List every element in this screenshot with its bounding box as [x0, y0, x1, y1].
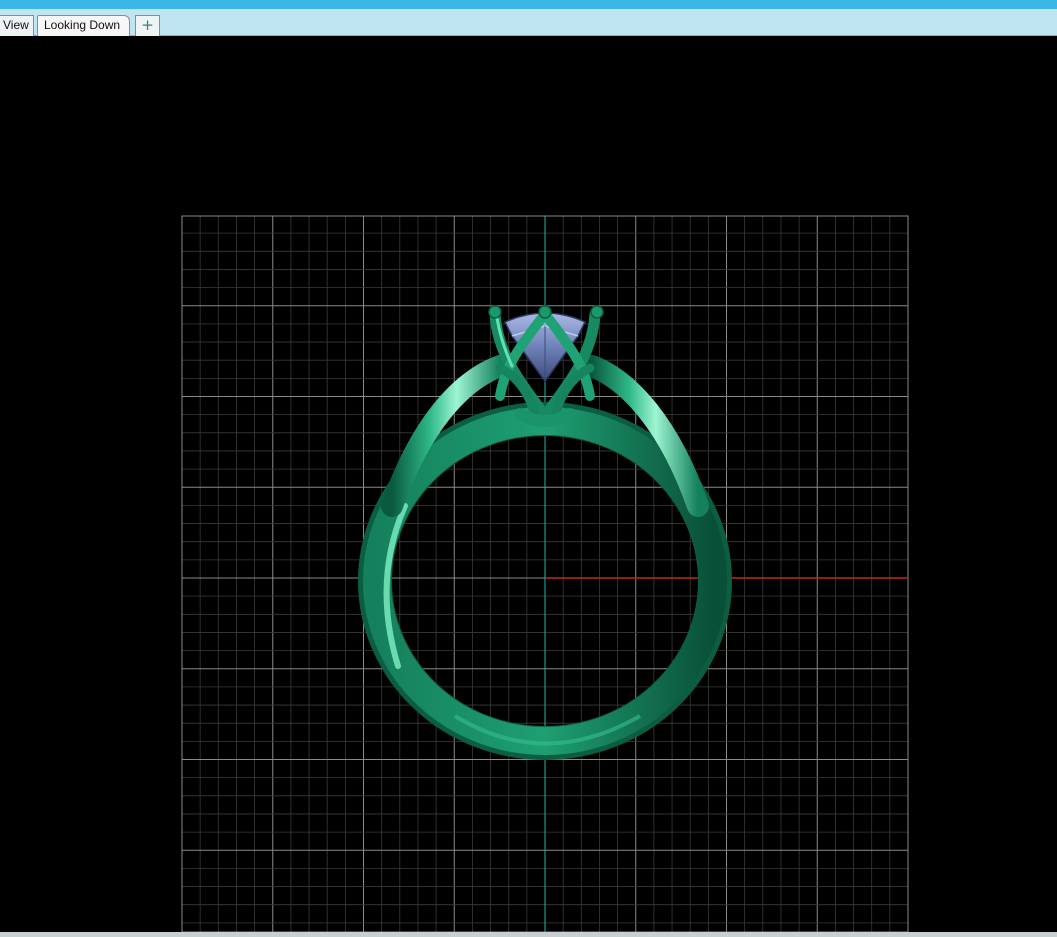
- view-tab-bar: View Looking Down +: [0, 9, 1057, 36]
- 3d-viewport[interactable]: [0, 36, 1057, 932]
- title-strip: [0, 0, 1057, 9]
- plus-icon: +: [141, 16, 154, 34]
- cad-window: View Looking Down +: [0, 0, 1057, 937]
- tab-view[interactable]: View: [0, 15, 34, 36]
- prong-tips: [488, 305, 604, 319]
- tab-looking-down[interactable]: Looking Down: [37, 15, 130, 36]
- add-tab-button[interactable]: +: [135, 15, 160, 36]
- status-strip: [0, 932, 1057, 937]
- viewport-canvas[interactable]: [0, 36, 1057, 932]
